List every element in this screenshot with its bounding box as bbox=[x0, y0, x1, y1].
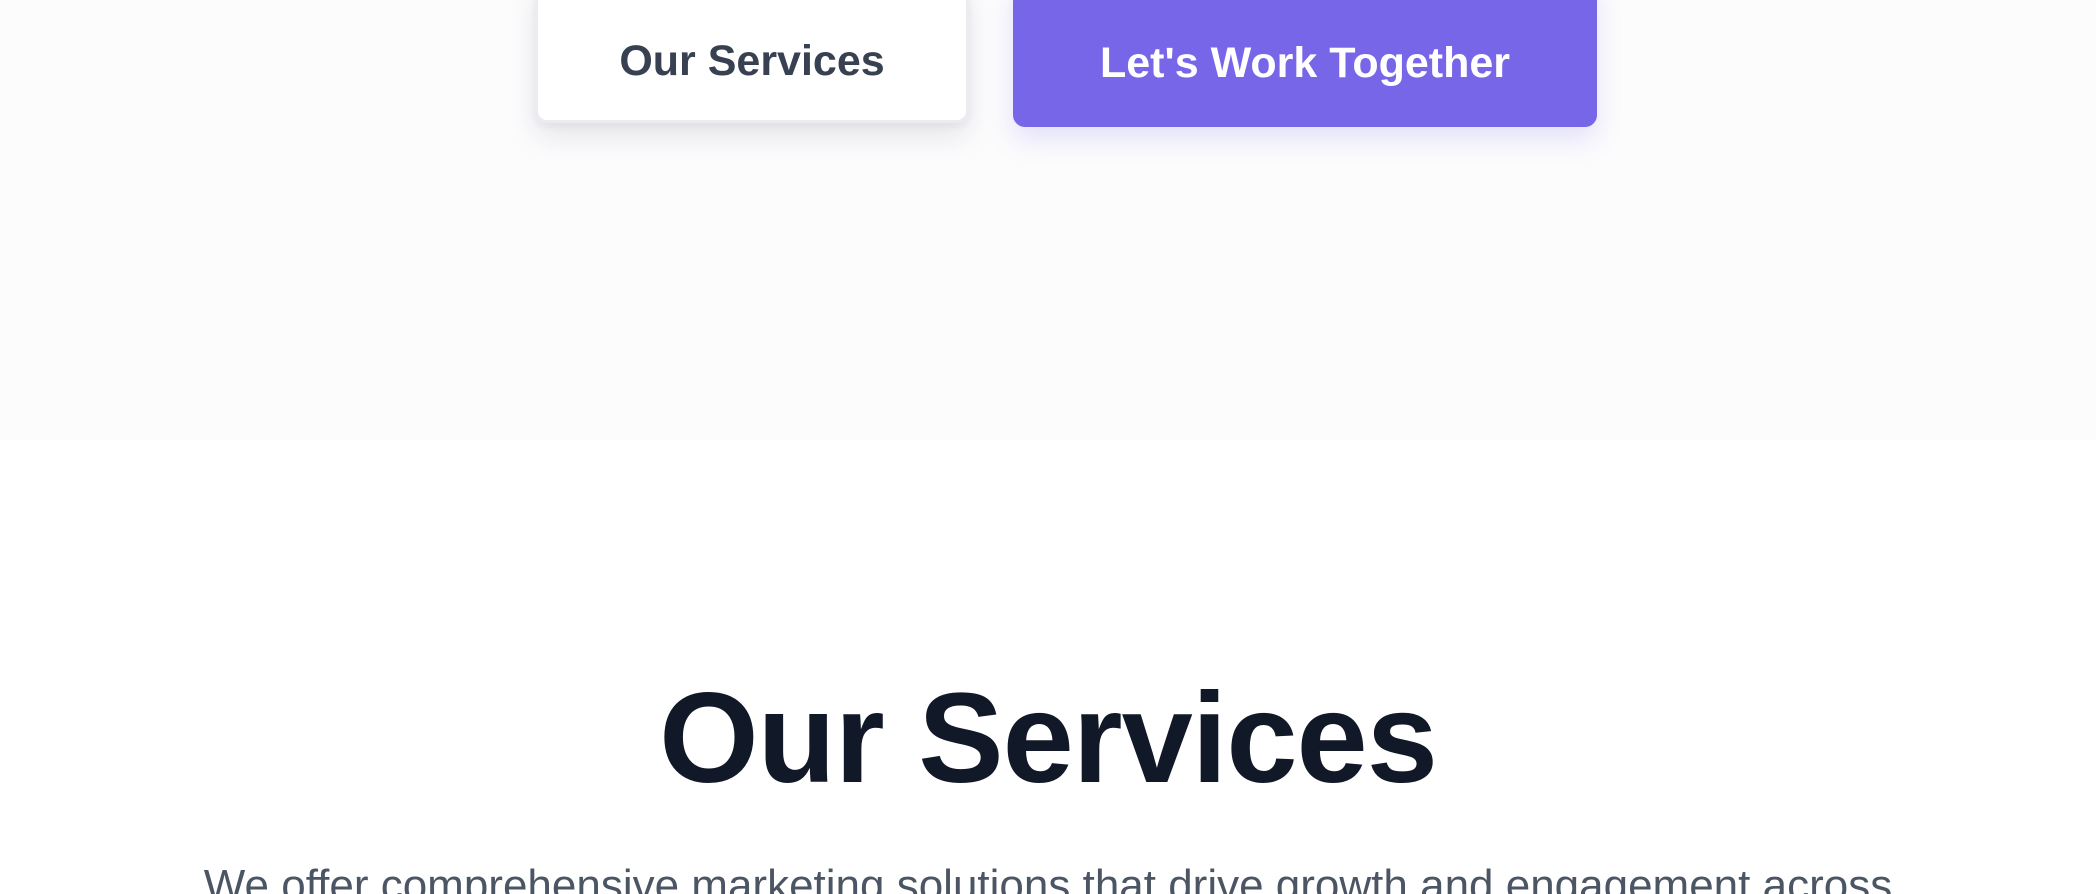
page: Our Services Let's Work Together Our Ser… bbox=[0, 0, 2096, 894]
our-services-button[interactable]: Our Services bbox=[535, 0, 969, 123]
lets-work-together-button[interactable]: Let's Work Together bbox=[1013, 0, 1597, 127]
services-subtitle: We offer comprehensive marketing solutio… bbox=[203, 861, 1893, 894]
services-section: Our Services We offer comprehensive mark… bbox=[0, 440, 2096, 894]
hero-section: Our Services Let's Work Together bbox=[0, 0, 2096, 440]
services-title: Our Services bbox=[659, 667, 1438, 810]
